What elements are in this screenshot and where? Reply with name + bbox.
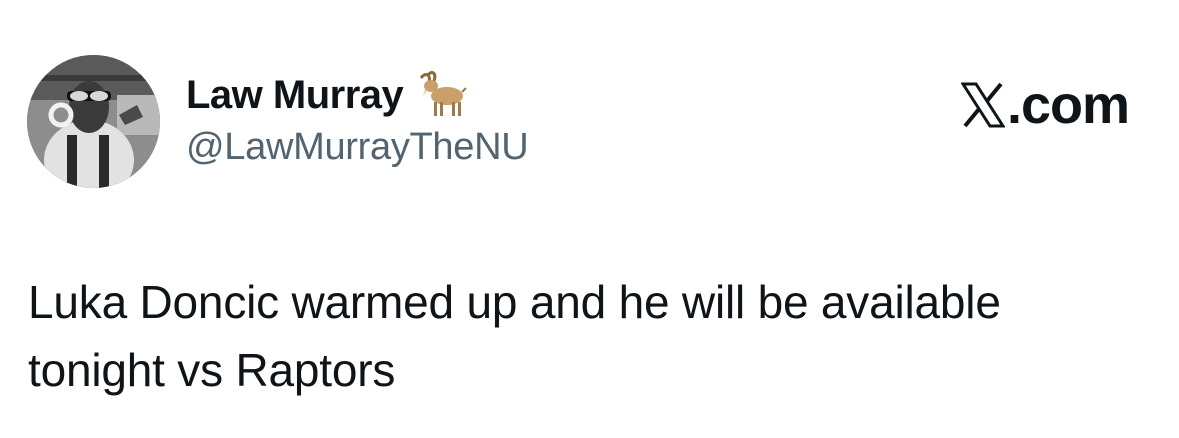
author-name-row: Law Murray: [186, 70, 468, 120]
avatar[interactable]: [27, 55, 160, 188]
display-name[interactable]: Law Murray: [186, 73, 404, 118]
x-logo-icon: [960, 82, 1005, 128]
avatar-photo: [27, 55, 160, 188]
tweet-text: Luka Doncic warmed up and he will be ava…: [28, 268, 1148, 404]
author-handle[interactable]: @LawMurrayTheNU: [186, 126, 529, 169]
brand-domain: .com: [1006, 75, 1130, 135]
tweet-line-1: Luka Doncic warmed up and he will be ava…: [28, 276, 1001, 328]
x-brand: .com: [960, 74, 1130, 136]
goat-icon: [415, 70, 468, 120]
tweet-line-2: tonight vs Raptors: [28, 344, 396, 396]
tweet-card: Law Murray @LawMurrayTheNU .com Luka Don…: [0, 0, 1179, 438]
